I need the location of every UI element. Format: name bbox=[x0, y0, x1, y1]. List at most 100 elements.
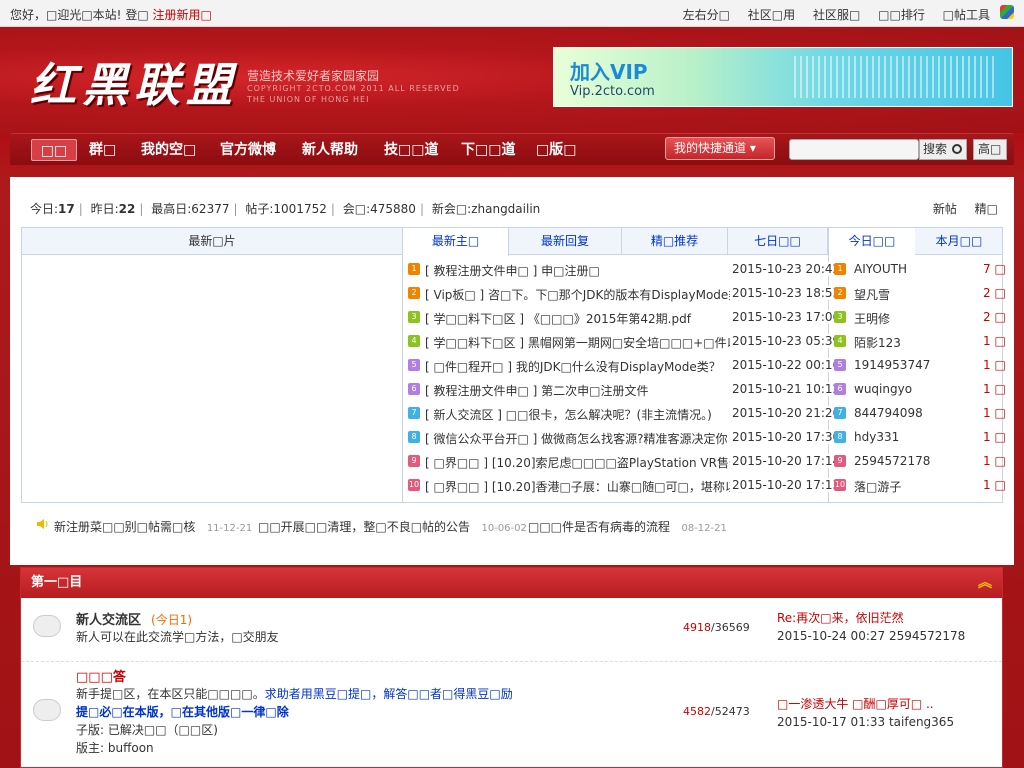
copyright-line-1: COPYRIGHT 2CTO.COM 2011 ALL RESERVED bbox=[247, 84, 460, 93]
user-link[interactable]: AIYOUTH bbox=[854, 262, 907, 276]
announcement-text: 新注册菜□□别□帖需□核 bbox=[54, 520, 196, 534]
nav-item-weibo[interactable]: 官方微博 bbox=[212, 139, 284, 161]
tab-latest-threads[interactable]: 最新主□ bbox=[403, 228, 509, 256]
forum-name[interactable]: □□□答 bbox=[76, 666, 126, 685]
last-post-title[interactable]: Re:再次□来，依旧茫然 bbox=[777, 609, 965, 626]
post-filter-links: 新帖 精□ bbox=[919, 200, 998, 217]
stat-newest-label: 新会□: bbox=[431, 202, 472, 216]
tab-digest-recommend[interactable]: 精□推荐 bbox=[622, 228, 728, 255]
thread-date: 2015-10-20 17:13 bbox=[730, 478, 841, 492]
announcement-item[interactable]: □□开展□□清理，整□不良□帖的公告 10-06-02 bbox=[258, 518, 527, 535]
thread-title-link[interactable]: [ 微信公众平台开□ ] 做微商怎么找客源?精准客源决定你 bbox=[425, 430, 745, 447]
site-logo[interactable]: 红黑联盟 bbox=[30, 49, 238, 115]
rank-badge: 4 bbox=[408, 335, 420, 347]
tab-latest-replies[interactable]: 最新回复 bbox=[509, 228, 622, 255]
user-post-count: 1 □ bbox=[983, 334, 1006, 348]
thread-title-link[interactable]: [ 学□□料下□区 ] 黑帽网第一期网□安全培□□□+□件以及 bbox=[425, 334, 745, 351]
tab-month-ranking[interactable]: 本月□□ bbox=[915, 228, 1003, 255]
search-input[interactable] bbox=[789, 139, 919, 160]
digest-link[interactable]: 精□ bbox=[975, 202, 998, 216]
quick-access-button[interactable]: 我的快捷通道 ▾ bbox=[665, 137, 775, 160]
thread-date: 2015-10-23 05:39 bbox=[730, 334, 841, 348]
search-button[interactable]: 搜索 bbox=[919, 139, 967, 160]
tab-seven-day[interactable]: 七日□□ bbox=[728, 228, 828, 255]
post-count: /52473 bbox=[711, 705, 750, 718]
stat-today: 17 bbox=[58, 202, 75, 216]
moderator-info[interactable]: 版主: buffoon bbox=[76, 739, 154, 756]
user-rank-badge: 7 bbox=[834, 407, 846, 419]
thread-title-link[interactable]: [ □件□程开□ ] 我的JDK□什么没有DisplayMode类？ bbox=[425, 358, 745, 375]
last-post: Re:再次□来，依旧茫然 2015-10-24 00:27 2594572178 bbox=[777, 609, 965, 643]
user-link[interactable]: 1914953747 bbox=[854, 358, 930, 372]
user-link[interactable]: 落□游子 bbox=[854, 478, 901, 495]
user-rank-badge: 9 bbox=[834, 455, 846, 467]
nav-item-forum-board[interactable]: □版□ bbox=[528, 139, 584, 161]
last-post-info: 2015-10-24 00:27 2594572178 bbox=[777, 629, 966, 643]
post-tools-link[interactable]: □帖工具 bbox=[943, 8, 990, 22]
thread-row: 9 [ □界□□ ] [10.20]索尼虑□□□□盗PlayStation VR售… bbox=[408, 449, 1006, 473]
last-post-title[interactable]: □一渗透大牛 □酬□厚可□ .. bbox=[777, 695, 954, 712]
thread-title-link[interactable]: [ □界□□ ] [10.20]香港□子展：山寨□随□可□，堪称以假 bbox=[425, 478, 745, 495]
user-rank-badge: 5 bbox=[834, 359, 846, 371]
rank-badge: 6 bbox=[408, 383, 420, 395]
thread-title-link[interactable]: [ 教程注册文件申□ ] 第二次申□注册文件 bbox=[425, 382, 745, 399]
forum-row: □□□答 新手提□区，在本区只能□□□□。求助者用黑豆□提□，解答□□者□得黑豆… bbox=[21, 662, 1002, 768]
quick-access-label: 我的快捷通道 bbox=[674, 141, 747, 155]
search-button-label: 搜索 bbox=[923, 142, 948, 156]
community-apps-link[interactable]: 社区□用 bbox=[748, 8, 795, 22]
user-link[interactable]: 王明修 bbox=[854, 310, 890, 327]
category-title: 第一□目 bbox=[31, 575, 83, 590]
nav-item-my-space[interactable]: 我的空□ bbox=[133, 139, 204, 161]
user-link[interactable]: wuqingyo bbox=[854, 382, 912, 396]
thread-title-link[interactable]: [ Vip板□ ] 咨□下。下□那个JDK的版本有DisplayMode类 bbox=[425, 286, 745, 303]
layout-switch-link[interactable]: 左右分□ bbox=[683, 8, 730, 22]
stat-newest-member[interactable]: zhangdailin bbox=[471, 202, 540, 216]
user-link[interactable]: 2594572178 bbox=[854, 454, 930, 468]
thread-row: 6[ 教程注册文件申□ ] 第二次申□注册文件 2015-10-21 10:12 6… bbox=[408, 377, 1006, 401]
user-rank-badge: 10 bbox=[834, 479, 846, 491]
user-link[interactable]: hdy331 bbox=[854, 430, 899, 444]
rank-badge: 8 bbox=[408, 431, 420, 443]
collapse-icon[interactable]: ︽ bbox=[978, 574, 992, 592]
rank-badge: 5 bbox=[408, 359, 420, 371]
login-link[interactable]: 登□ bbox=[125, 8, 148, 22]
register-link[interactable]: 注册新用□ bbox=[153, 8, 212, 22]
nav-item-tech-channel[interactable]: 技□□道 bbox=[376, 139, 446, 161]
new-posts-link[interactable]: 新帖 bbox=[933, 202, 957, 216]
user-rank-badge: 4 bbox=[834, 335, 846, 347]
rank-badge: 9 bbox=[408, 455, 420, 467]
announcement-item[interactable]: 新注册菜□□别□帖需□核 11-12-21 bbox=[54, 518, 252, 535]
forum-status-icon bbox=[33, 699, 61, 721]
rank-badge: 7 bbox=[408, 407, 420, 419]
thread-title-link[interactable]: [ 学□□料下□区 ] 《□□□》2015年第42期.pdf bbox=[425, 310, 745, 327]
nav-item-groups[interactable]: 群□ bbox=[81, 139, 124, 161]
latest-images-header[interactable]: 最新□片 bbox=[22, 228, 402, 255]
announcement-item[interactable]: □□□件是否有病毒的流程 08-12-21 bbox=[528, 518, 727, 535]
user-link[interactable]: 844794098 bbox=[854, 406, 923, 420]
rank-badge: 2 bbox=[408, 287, 420, 299]
category-header[interactable]: 第一□目 ︽ bbox=[21, 568, 1002, 598]
subforum-link[interactable]: 子版: 已解决□□（□□区) bbox=[76, 721, 218, 738]
thread-title-link[interactable]: [ □界□□ ] [10.20]索尼虑□□□□盗PlayStation VR售价… bbox=[425, 454, 745, 471]
nav-item-home[interactable]: □□ bbox=[31, 139, 77, 161]
stat-posts: 1001752 bbox=[273, 202, 327, 216]
tab-today-ranking[interactable]: 今日□□ bbox=[829, 228, 915, 255]
vip-banner[interactable]: 加入VIP Vip.2cto.com bbox=[553, 47, 1013, 107]
nav-item-newbie-help[interactable]: 新人帮助 bbox=[294, 139, 366, 161]
advanced-search-button[interactable]: 高□ bbox=[973, 139, 1007, 160]
thread-title-link[interactable]: [ 教程注册文件申□ ] 申□注册□ bbox=[425, 262, 745, 279]
community-services-link[interactable]: 社区服□ bbox=[813, 8, 860, 22]
forum-today-count: (今日1) bbox=[151, 613, 193, 627]
user-link[interactable]: 望凡雪 bbox=[854, 286, 890, 303]
thread-date: 2015-10-23 17:06 bbox=[730, 310, 841, 324]
thread-title-link[interactable]: [ 新人交流区 ] □□很卡，怎么解决呢？(非主流情况。) bbox=[425, 406, 745, 423]
user-post-count: 1 □ bbox=[983, 478, 1006, 492]
user-rank-badge: 3 bbox=[834, 311, 846, 323]
ranking-link[interactable]: □□排行 bbox=[878, 8, 925, 22]
thread-row: 5 [ □件□程开□ ] 我的JDK□什么没有DisplayMode类？ 2015-… bbox=[408, 353, 1006, 377]
thread-row: 7 [ 新人交流区 ] □□很卡，怎么解决呢？(非主流情况。) 2015-10-20… bbox=[408, 401, 1006, 425]
nav-item-download-channel[interactable]: 下□□道 bbox=[453, 139, 523, 161]
user-link[interactable]: 陌影123 bbox=[854, 334, 901, 351]
theme-color-icon[interactable] bbox=[1000, 5, 1014, 19]
forum-name[interactable]: 新人交流区 (今日1) bbox=[76, 609, 192, 628]
